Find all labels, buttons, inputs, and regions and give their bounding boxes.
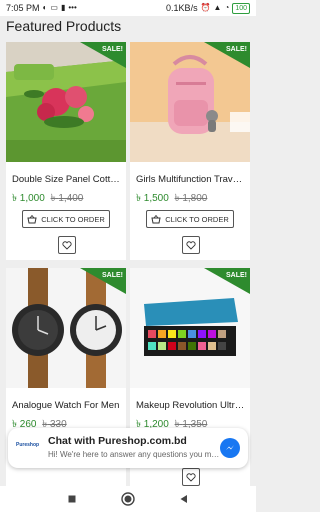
battery-icon: 100 xyxy=(232,2,250,14)
page-title: Featured Products xyxy=(6,18,122,34)
basket-icon xyxy=(27,214,37,223)
click-to-order-button[interactable]: CLICK TO ORDER xyxy=(22,210,110,228)
product-old-price: 1,400 xyxy=(58,193,84,204)
chat-widget[interactable]: Pureshop Chat with Pureshop.com.bd Hi! W… xyxy=(8,428,248,468)
status-time: 7:05 PM xyxy=(6,3,40,13)
price-row: ৳ 1,500 ৳ 1,800 xyxy=(136,191,207,208)
wishlist-button[interactable] xyxy=(58,236,76,254)
heart-icon xyxy=(186,240,196,250)
order-button-label: CLICK TO ORDER xyxy=(41,214,105,224)
product-title[interactable]: Girls Multifunction Travel Backpack xyxy=(136,174,246,185)
currency-symbol: ৳ xyxy=(136,193,141,204)
sale-label: SALE! xyxy=(226,46,247,53)
product-card[interactable]: SALE! Double Size Panel Cotton Bed Sheet… xyxy=(6,42,126,260)
alarm-icon: ⏰ xyxy=(200,3,211,12)
product-image-palette[interactable]: SALE! xyxy=(130,268,250,388)
currency-symbol: ৳ xyxy=(50,193,56,204)
recent-apps-icon[interactable] xyxy=(67,494,77,504)
data-saver-icon: ◐ xyxy=(42,3,48,12)
click-to-order-button[interactable]: CLICK TO ORDER xyxy=(146,210,234,228)
basket-icon xyxy=(151,214,161,223)
currency-symbol: ৳ xyxy=(12,193,17,204)
product-image-bedsheet[interactable]: SALE! xyxy=(6,42,126,162)
sim-card-icon: ▮ xyxy=(60,3,66,12)
product-title[interactable]: Double Size Panel Cotton Bed Sheet xyxy=(12,174,122,185)
heart-icon xyxy=(62,240,72,250)
sale-label: SALE! xyxy=(102,46,123,53)
heart-icon xyxy=(186,472,196,482)
sale-label: SALE! xyxy=(102,272,123,279)
product-title[interactable]: Analogue Watch For Men xyxy=(12,400,122,411)
wishlist-button[interactable] xyxy=(182,236,200,254)
product-price: 1,000 xyxy=(19,193,45,204)
dots-icon: ••• xyxy=(68,3,77,12)
home-icon[interactable] xyxy=(121,492,135,506)
signal-icon: ▲ xyxy=(213,3,222,12)
system-nav-bar xyxy=(0,486,256,512)
status-bar: 7:05 PM ◐ ▭ ▮ ••• 0.1KB/s ⏰ ▲ ◔ 100 xyxy=(0,0,256,16)
product-card[interactable]: SALE! Girls Multifunction Travel Backpac… xyxy=(130,42,250,260)
product-old-price: 1,800 xyxy=(182,193,208,204)
product-image-watch[interactable]: SALE! xyxy=(6,268,126,388)
wifi-icon: ◔ xyxy=(224,3,230,12)
pureshop-logo: Pureshop xyxy=(16,442,40,448)
chat-subtitle: Hi! We're here to answer any questions y… xyxy=(48,450,220,459)
product-price: 1,500 xyxy=(143,193,169,204)
messenger-icon[interactable] xyxy=(220,438,240,458)
order-button-label: CLICK TO ORDER xyxy=(165,214,229,224)
message-icon: ▭ xyxy=(50,3,58,12)
sale-label: SALE! xyxy=(226,272,247,279)
network-speed: 0.1KB/s xyxy=(166,3,198,13)
product-title[interactable]: Makeup Revolution Ultra Eyeshadow Palett… xyxy=(136,400,246,411)
product-image-backpack[interactable]: SALE! xyxy=(130,42,250,162)
back-icon[interactable] xyxy=(179,494,189,504)
wishlist-button[interactable] xyxy=(182,468,200,486)
chat-title: Chat with Pureshop.com.bd xyxy=(48,435,187,447)
price-row: ৳ 1,000 ৳ 1,400 xyxy=(12,191,83,208)
currency-symbol: ৳ xyxy=(174,193,180,204)
